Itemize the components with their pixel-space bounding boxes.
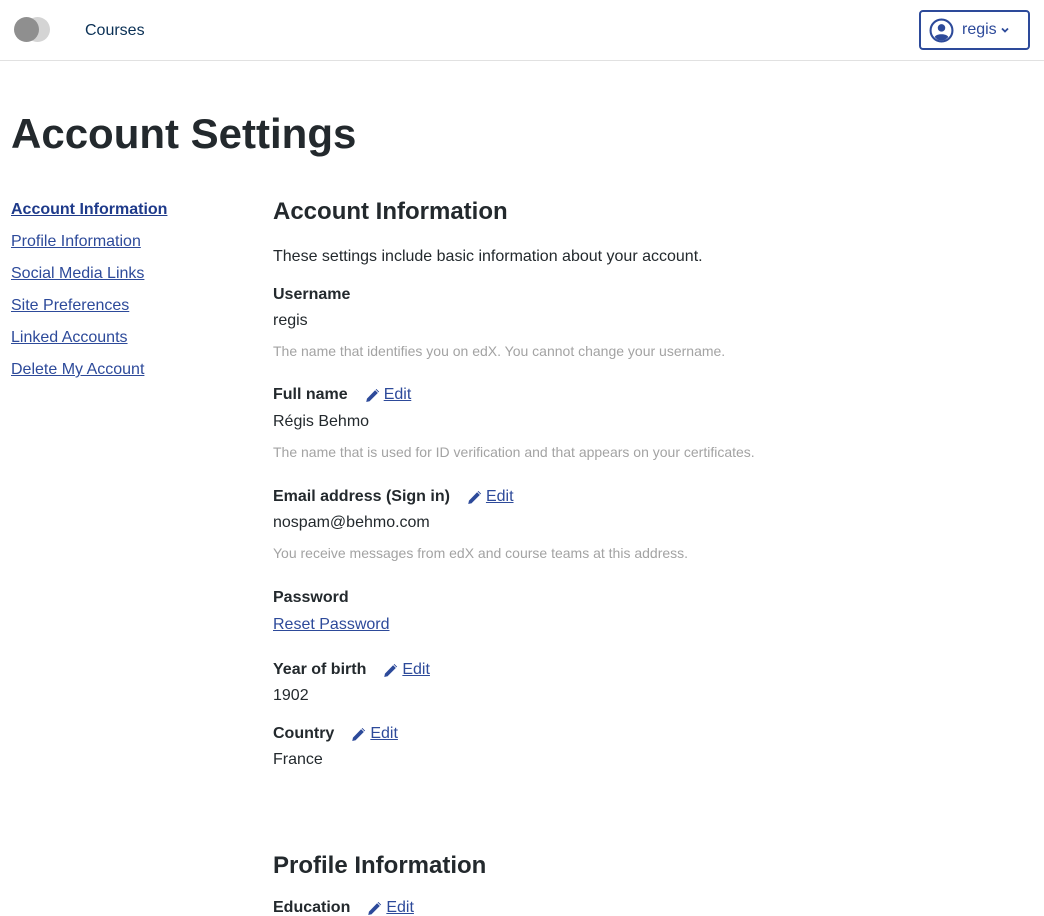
full-name-edit-button[interactable]: Edit xyxy=(364,385,412,405)
pencil-icon xyxy=(367,900,383,916)
chevron-down-icon xyxy=(1001,27,1009,33)
username-label-text: Username xyxy=(273,286,351,303)
sidebar-item-site-preferences[interactable]: Site Preferences xyxy=(11,296,251,316)
email-help: You receive messages from edX and course… xyxy=(273,545,689,561)
page-title: Account Settings xyxy=(11,110,357,157)
full-name-help: The name that is used for ID verificatio… xyxy=(273,444,755,460)
email-label-text: Email address (Sign in) xyxy=(273,488,450,505)
country-value: France xyxy=(273,751,323,768)
account-information-description: These settings include basic information… xyxy=(273,248,703,265)
nav-courses-link[interactable]: Courses xyxy=(85,21,145,41)
sidebar-item-delete-my-account[interactable]: Delete My Account xyxy=(11,360,251,380)
settings-sidebar: Account Information Profile Information … xyxy=(11,200,251,392)
profile-information-heading: Profile Information xyxy=(273,852,487,879)
year-of-birth-value: 1902 xyxy=(273,687,309,704)
full-name-edit-label: Edit xyxy=(383,386,412,403)
sidebar-item-linked-accounts[interactable]: Linked Accounts xyxy=(11,328,251,348)
education-edit-label: Edit xyxy=(386,899,414,916)
country-edit-button[interactable]: Edit xyxy=(350,724,398,744)
year-of-birth-edit-label: Edit xyxy=(402,661,430,678)
account-information-heading: Account Information xyxy=(273,198,508,225)
year-of-birth-label-text: Year of birth xyxy=(273,661,367,678)
username-help: The name that identifies you on edX. You… xyxy=(273,343,726,359)
year-of-birth-edit-button[interactable]: Edit xyxy=(382,660,430,680)
email-label: Email address (Sign in) Edit xyxy=(273,487,514,507)
full-name-value: Régis Behmo xyxy=(273,413,370,430)
site-header: Courses regis xyxy=(0,0,1044,61)
full-name-label: Full name Edit xyxy=(273,385,411,405)
password-label-text: Password xyxy=(273,589,349,606)
pencil-icon xyxy=(364,387,381,403)
reset-password-link[interactable]: Reset Password xyxy=(273,615,390,635)
full-name-label-text: Full name xyxy=(273,386,348,403)
user-circle-icon xyxy=(929,18,954,42)
password-label: Password xyxy=(273,588,349,608)
country-label: Country Edit xyxy=(273,724,398,744)
username-value: regis xyxy=(273,312,308,329)
user-menu-username: regis xyxy=(962,21,997,38)
sidebar-item-account-information[interactable]: Account Information xyxy=(11,200,251,220)
country-edit-label: Edit xyxy=(370,725,398,742)
education-label: Education Edit xyxy=(273,898,414,916)
sidebar-item-social-media-links[interactable]: Social Media Links xyxy=(11,264,251,284)
country-label-text: Country xyxy=(273,725,335,742)
pencil-icon xyxy=(467,489,483,505)
email-value: nospam@behmo.com xyxy=(273,514,430,531)
education-label-text: Education xyxy=(273,899,351,916)
logo-circle-dark xyxy=(14,17,39,42)
username-label: Username xyxy=(273,285,350,305)
email-edit-label: Edit xyxy=(485,488,514,505)
education-edit-button[interactable]: Edit xyxy=(366,898,414,916)
sidebar-item-profile-information[interactable]: Profile Information xyxy=(11,232,251,252)
year-of-birth-label: Year of birth Edit xyxy=(273,660,430,680)
user-menu-button[interactable]: regis xyxy=(919,10,1030,50)
edx-logo-icon[interactable] xyxy=(13,16,51,42)
pencil-icon xyxy=(351,726,367,742)
pencil-icon xyxy=(383,662,399,678)
email-edit-button[interactable]: Edit xyxy=(466,487,514,507)
